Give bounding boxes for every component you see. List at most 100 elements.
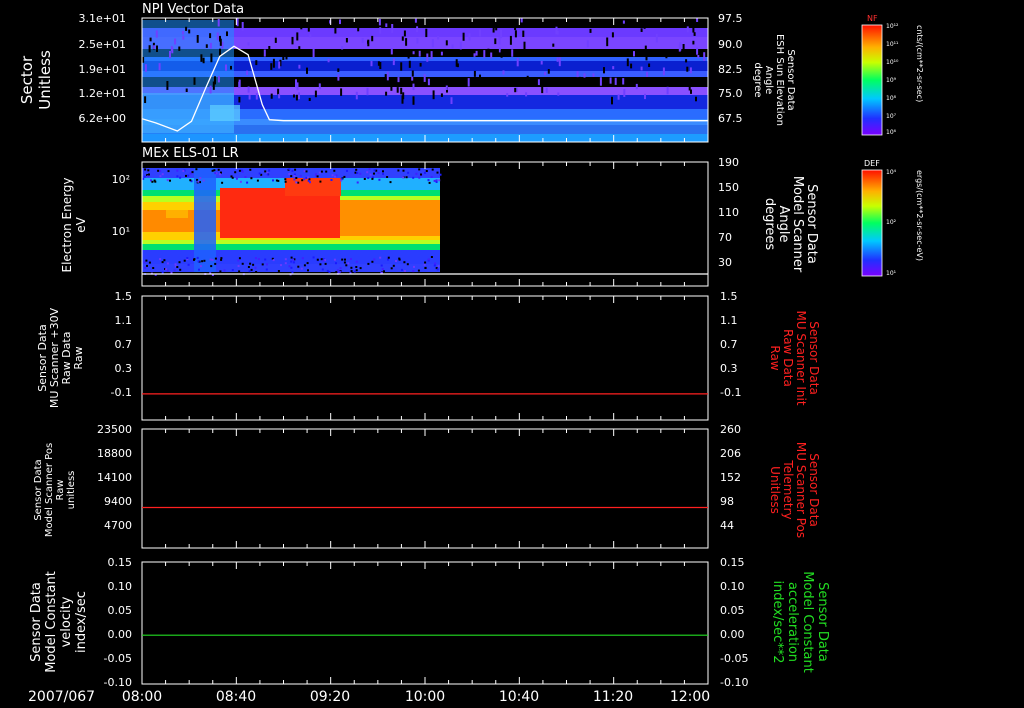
npi-speckle-cell — [270, 63, 273, 70]
date-label: 2007/067 — [28, 689, 95, 705]
npi-speckle-cell — [153, 45, 156, 50]
els-speckle-cell — [144, 266, 147, 269]
npi-speckle-cell — [427, 78, 430, 86]
ylabel-line: velocity — [59, 596, 74, 647]
npi-speckle-cell — [188, 29, 191, 34]
els-speckle-cell — [371, 177, 374, 180]
els-speckle-cell — [435, 179, 438, 182]
els-speckle-cell — [303, 178, 306, 181]
els-speckle-cell — [219, 173, 221, 176]
npi-speckle-cell — [144, 64, 147, 72]
els-speckle-cell — [392, 264, 395, 267]
els-speckle-cell — [258, 172, 261, 175]
ytick-label: 0.05 — [108, 604, 133, 617]
npi-speckle-cell — [423, 74, 426, 82]
npi-speckle-cell — [174, 38, 177, 45]
npi-speckle-cell — [679, 78, 682, 83]
npi-speckle-cell — [181, 30, 184, 35]
ytick-label: 1.9e+01 — [79, 63, 126, 76]
npi-speckle-cell — [437, 35, 440, 40]
npi-speckle-cell — [209, 33, 212, 39]
npi-right-ticks: 97.5 90.0 82.5 75.0 67.5 — [718, 12, 743, 125]
els-speckle-cell — [179, 176, 182, 179]
ytick-label: 2.5e+01 — [79, 38, 126, 51]
els-speckle-cell — [154, 180, 157, 183]
ytick-label: 0.05 — [720, 604, 745, 617]
npi-speckle-cell — [392, 62, 395, 66]
npi-speckle-cell — [430, 51, 433, 59]
ytick-label: -0.05 — [720, 652, 748, 665]
mu-pos-left-ticks: 23500 18800 14100 9400 4700 — [97, 423, 132, 532]
npi-speckle-cell — [230, 65, 232, 70]
els-speckle-cell — [325, 170, 328, 173]
els-speckle-cell — [220, 257, 223, 260]
els-speckle-cell — [290, 260, 293, 263]
npi-speckle-cell — [426, 53, 429, 62]
ylabel-line: degree — [752, 62, 763, 97]
els-speckle-cell — [355, 266, 358, 268]
els-speckle-cell — [333, 258, 336, 261]
els-speckle-cell — [196, 256, 199, 259]
npi-speckle-cell — [405, 38, 408, 46]
npi-speckle-cell — [255, 93, 258, 100]
els-speckle-cell — [367, 177, 370, 179]
els-speckle-cell — [309, 181, 311, 184]
els-speckle-cell — [173, 269, 176, 272]
ylabel-line: Unitless — [36, 50, 54, 110]
npi-speckle-cell — [149, 37, 152, 42]
ytick-label: 44 — [720, 519, 734, 532]
npi-speckle-cell — [696, 18, 699, 22]
els-speckle-cell — [431, 168, 434, 171]
els-speckle-cell — [423, 263, 426, 266]
els-speckle-cell — [202, 179, 205, 182]
colorbar-tick: 10⁴ — [886, 169, 897, 176]
npi-speckle-cell — [512, 18, 515, 22]
npi-speckle-cell — [209, 42, 212, 49]
npi-speckle-cell — [205, 44, 208, 48]
npi-speckle-cell — [696, 47, 699, 55]
time-tick-label: 08:00 — [122, 689, 162, 705]
colorbar-tick: 10¹ — [886, 270, 897, 277]
ytick-label: 97.5 — [718, 12, 743, 25]
npi-speckle-cell — [219, 38, 222, 46]
mu-raw-left-ticks: 1.5 1.1 0.7 0.3 -0.1 — [111, 290, 132, 399]
constant-left-ticks: 0.15 0.10 0.05 0.00 -0.05 -0.10 — [104, 556, 132, 689]
ytick-label: -0.05 — [104, 652, 132, 665]
mu-raw-frame — [141, 295, 709, 421]
els-speckle-cell — [307, 176, 310, 179]
npi-speckle-cell — [495, 24, 498, 31]
ytick-label: 1.1 — [720, 314, 738, 327]
ylabel-line: Sensor Data — [804, 184, 819, 264]
els-speckle-cell — [406, 263, 409, 266]
els-colorbar-gradient — [861, 169, 883, 277]
npi-speckle-cell — [431, 39, 434, 48]
npi-colorbar-label: NF — [867, 14, 878, 23]
ylabel-line: acceleration — [785, 582, 800, 662]
npi-speckle-cell — [490, 52, 493, 59]
els-colorbar-ticks: 10⁴ 10² 10¹ — [886, 169, 897, 277]
npi-speckle-cell — [655, 82, 657, 86]
npi-speckle-cell — [492, 29, 495, 33]
npi-speckle-cell — [366, 87, 369, 96]
npi-speckle-cell — [450, 97, 453, 105]
els-speckle-cell — [247, 266, 250, 268]
npi-speckle-cell — [361, 38, 364, 43]
els-speckle-cell — [403, 261, 406, 264]
els-speckle-cell — [241, 170, 244, 173]
els-speckle-cell — [198, 268, 200, 271]
npi-speckle-cell — [468, 33, 471, 41]
els-speckle-cell — [301, 179, 304, 182]
npi-speckle-cell — [185, 88, 188, 92]
els-speckle-cell — [412, 270, 415, 273]
els-speckle-cell — [170, 271, 173, 274]
npi-speckle-cell — [390, 48, 393, 55]
els-speckle-cell — [291, 271, 294, 274]
els-speckle-cell — [195, 168, 198, 171]
ylabel-line: Angle — [763, 66, 774, 94]
els-speckle-cell — [249, 262, 252, 265]
npi-speckle-cell — [679, 18, 682, 23]
npi-speckle-cell — [298, 46, 301, 52]
npi-speckle-cell — [494, 38, 497, 45]
els-speckle-cell — [210, 265, 213, 268]
npi-speckle-cell — [459, 41, 462, 50]
